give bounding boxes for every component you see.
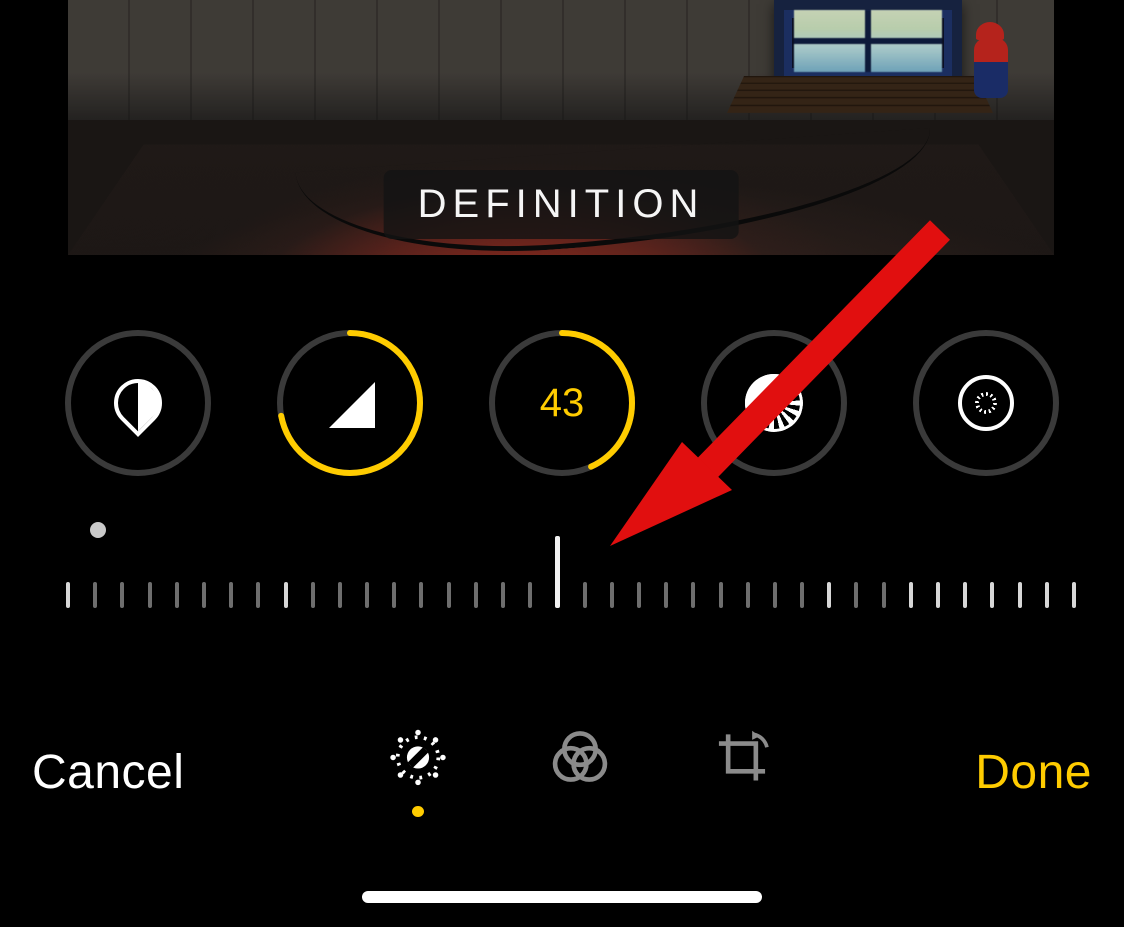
adjust-noise-dial[interactable] xyxy=(699,328,849,478)
slider-tick xyxy=(528,582,532,608)
slider-tick xyxy=(365,582,369,608)
slider-tick xyxy=(202,582,206,608)
droplet-icon xyxy=(117,379,159,431)
slider-tick xyxy=(990,582,994,608)
adjust-icon xyxy=(385,727,451,788)
slider-tick xyxy=(148,582,152,608)
slider-ruler[interactable] xyxy=(68,562,1074,608)
slider-tick xyxy=(66,582,70,608)
slider-tick xyxy=(419,582,423,608)
slider-tick xyxy=(719,582,723,608)
photo-preview[interactable]: DEFINITION xyxy=(68,0,1054,255)
slider-origin-dot xyxy=(90,522,106,538)
adjust-sharpness-dial[interactable] xyxy=(275,328,425,478)
slider-tick xyxy=(854,582,858,608)
slider-tick xyxy=(93,582,97,608)
slider-tick xyxy=(338,582,342,608)
slider-tick xyxy=(746,582,750,608)
adjust-vignette-dial[interactable] xyxy=(911,328,1061,478)
slider-tick xyxy=(555,536,560,608)
adjustment-dials-row[interactable]: 43 xyxy=(0,328,1124,483)
bottom-toolbar: Cancel xyxy=(0,712,1124,832)
slider-tick xyxy=(800,582,804,608)
slider-tick xyxy=(827,582,831,608)
mode-adjust-button[interactable] xyxy=(383,727,453,817)
slider-tick xyxy=(229,582,233,608)
slider-tick xyxy=(963,582,967,608)
filters-icon xyxy=(547,727,613,788)
slider-tick xyxy=(120,582,124,608)
slider-tick xyxy=(664,582,668,608)
vignette-icon xyxy=(958,375,1014,431)
slider-tick xyxy=(256,582,260,608)
slider-tick xyxy=(1072,582,1076,608)
adjustment-slider[interactable] xyxy=(68,518,1074,608)
slider-tick xyxy=(1018,582,1022,608)
done-button[interactable]: Done xyxy=(971,739,1096,806)
slider-tick xyxy=(447,582,451,608)
mode-filters-button[interactable] xyxy=(545,727,615,817)
slider-tick xyxy=(284,582,288,608)
slider-tick xyxy=(311,582,315,608)
adjustment-name-overlay: DEFINITION xyxy=(384,170,739,239)
slider-tick xyxy=(501,582,505,608)
crop-rotate-icon xyxy=(709,727,775,788)
slider-tick xyxy=(583,582,587,608)
slider-tick xyxy=(936,582,940,608)
adjust-tint-dial[interactable] xyxy=(63,328,213,478)
adjust-definition-dial[interactable]: 43 xyxy=(487,328,637,478)
slider-tick xyxy=(392,582,396,608)
definition-value: 43 xyxy=(540,381,585,426)
slider-tick xyxy=(474,582,478,608)
slider-tick xyxy=(773,582,777,608)
mode-crop-button[interactable] xyxy=(707,727,777,817)
slider-tick xyxy=(175,582,179,608)
slider-tick xyxy=(691,582,695,608)
slider-tick xyxy=(637,582,641,608)
slider-tick xyxy=(882,582,886,608)
slider-tick xyxy=(1045,582,1049,608)
home-indicator[interactable] xyxy=(362,891,762,903)
active-mode-indicator xyxy=(412,806,424,817)
slider-tick xyxy=(909,582,913,608)
slider-tick xyxy=(610,582,614,608)
edit-mode-tabs xyxy=(383,727,777,817)
triangle-icon xyxy=(329,382,375,428)
noise-icon xyxy=(745,374,803,432)
cancel-button[interactable]: Cancel xyxy=(28,739,188,806)
